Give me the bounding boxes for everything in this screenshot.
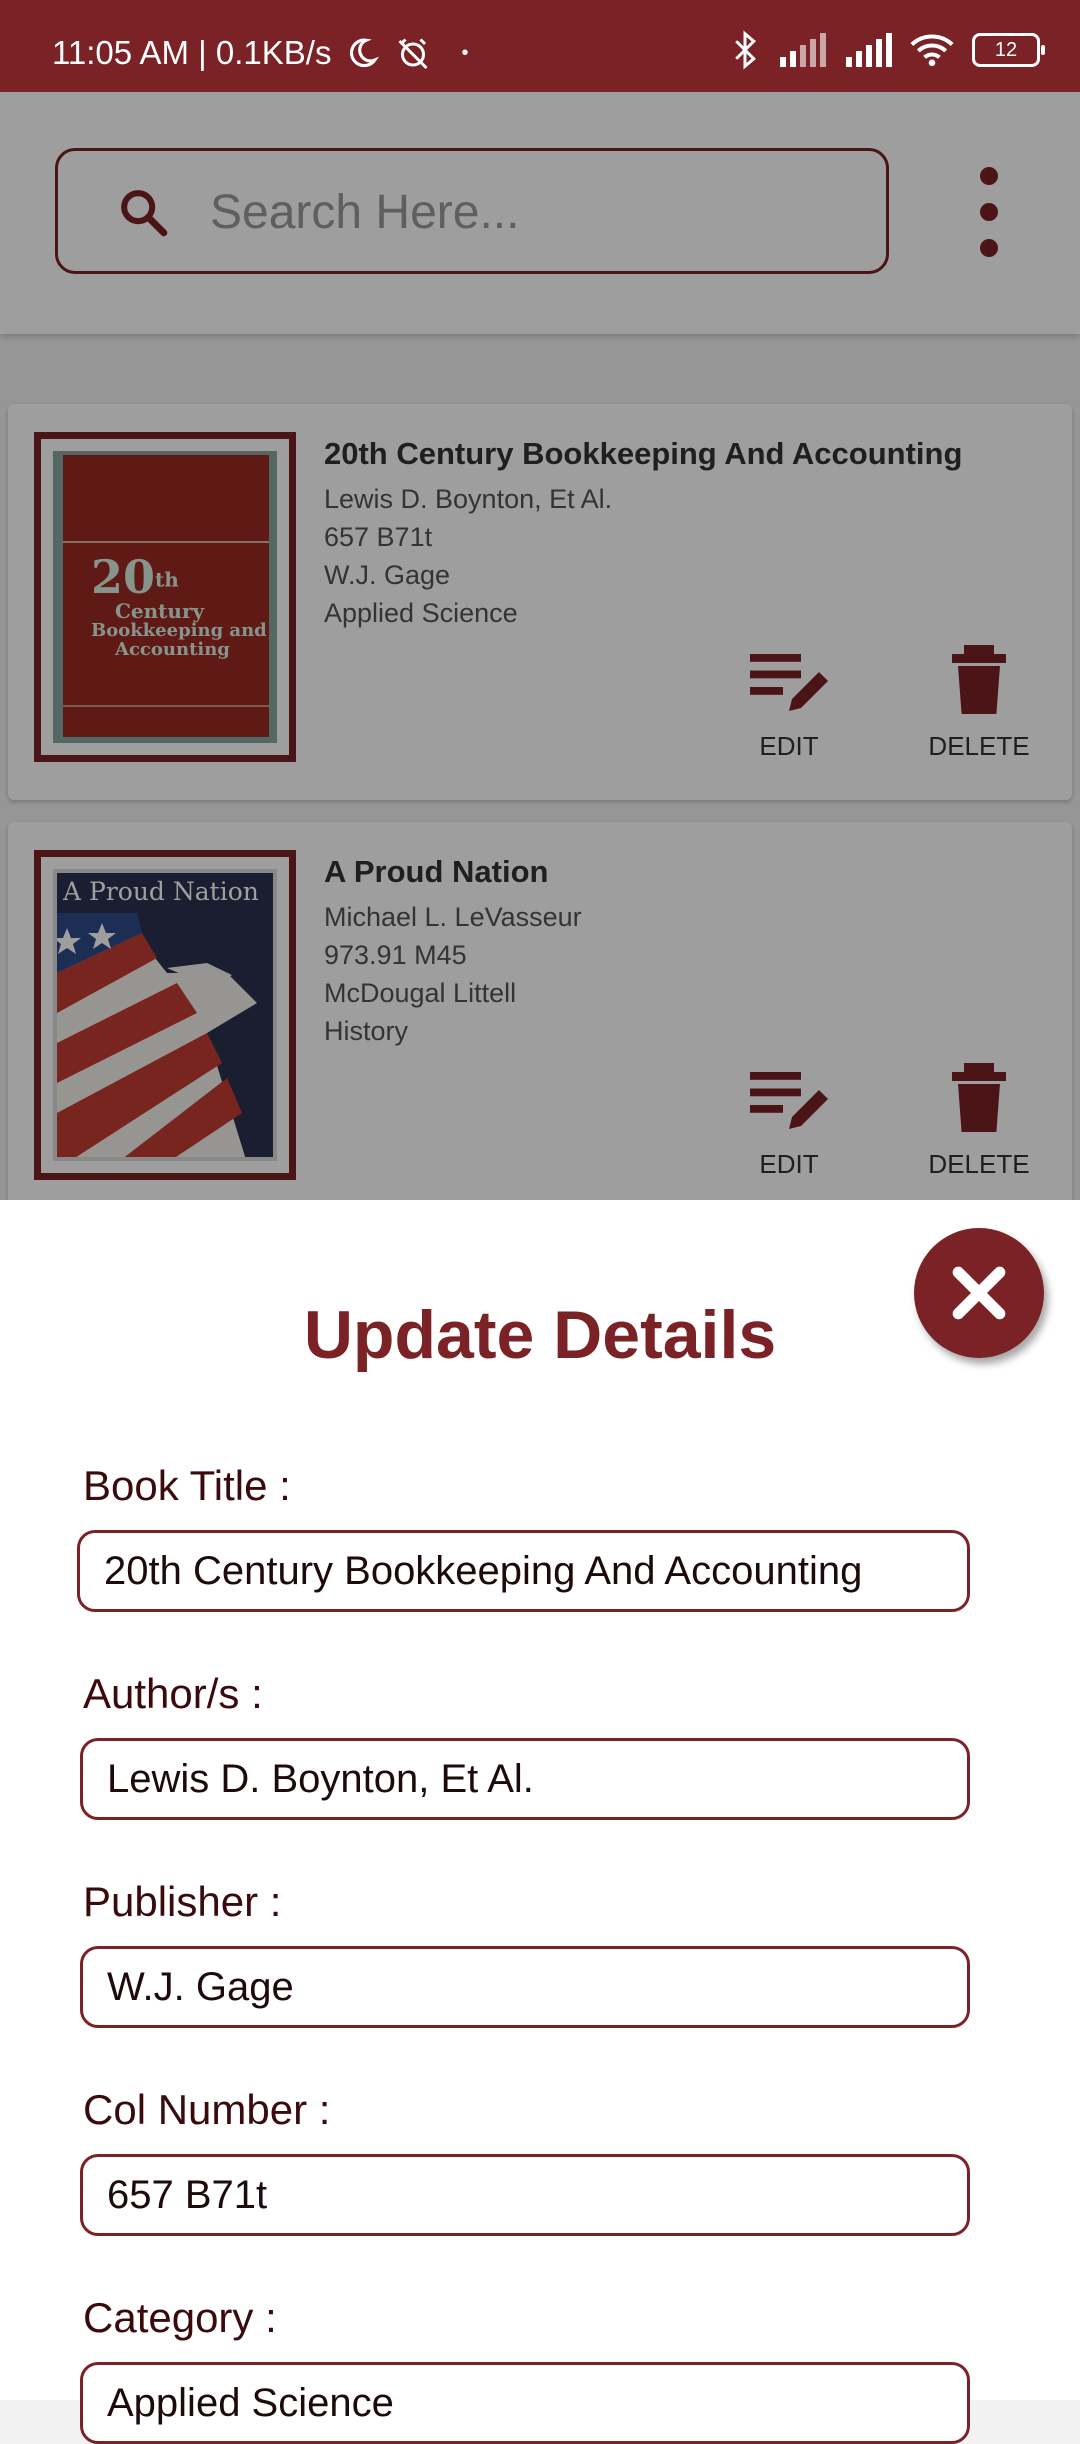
alarm-off-icon — [398, 38, 429, 70]
category-field[interactable]: Applied Science — [80, 2362, 970, 2444]
moon-icon — [350, 38, 380, 68]
status-bar: 11:05 AM | 0.1KB/s • 12 — [0, 0, 1080, 92]
author-label: Author/s : — [83, 1670, 263, 1717]
signal-icon — [846, 33, 892, 67]
publisher-field[interactable]: W.J. Gage — [80, 1946, 970, 2028]
status-right: 12 — [730, 30, 1045, 70]
col-number-label: Col Number : — [83, 2086, 331, 2133]
modal-scrim[interactable] — [0, 92, 1080, 1200]
status-dot: • — [461, 41, 469, 64]
sheet-title: Update Details — [303, 1297, 777, 1373]
update-details-sheet: Update Details Book Title : 20th Century… — [0, 1200, 1080, 2444]
bluetooth-icon — [735, 30, 756, 70]
publisher-label: Publisher : — [83, 1878, 282, 1925]
signal-icon — [780, 33, 826, 67]
book-title-field[interactable]: 20th Century Bookkeeping And Accounting — [77, 1530, 970, 1612]
book-title-label: Book Title : — [83, 1462, 291, 1509]
status-left: 11:05 AM | 0.1KB/s • — [52, 34, 468, 72]
author-field[interactable]: Lewis D. Boynton, Et Al. — [80, 1738, 970, 1820]
status-time: 11:05 AM | 0.1KB/s — [52, 34, 332, 71]
category-label: Category : — [83, 2294, 277, 2341]
wifi-icon — [910, 34, 954, 67]
battery-icon: 12 — [972, 33, 1045, 67]
col-number-field[interactable]: 657 B71t — [80, 2154, 970, 2236]
